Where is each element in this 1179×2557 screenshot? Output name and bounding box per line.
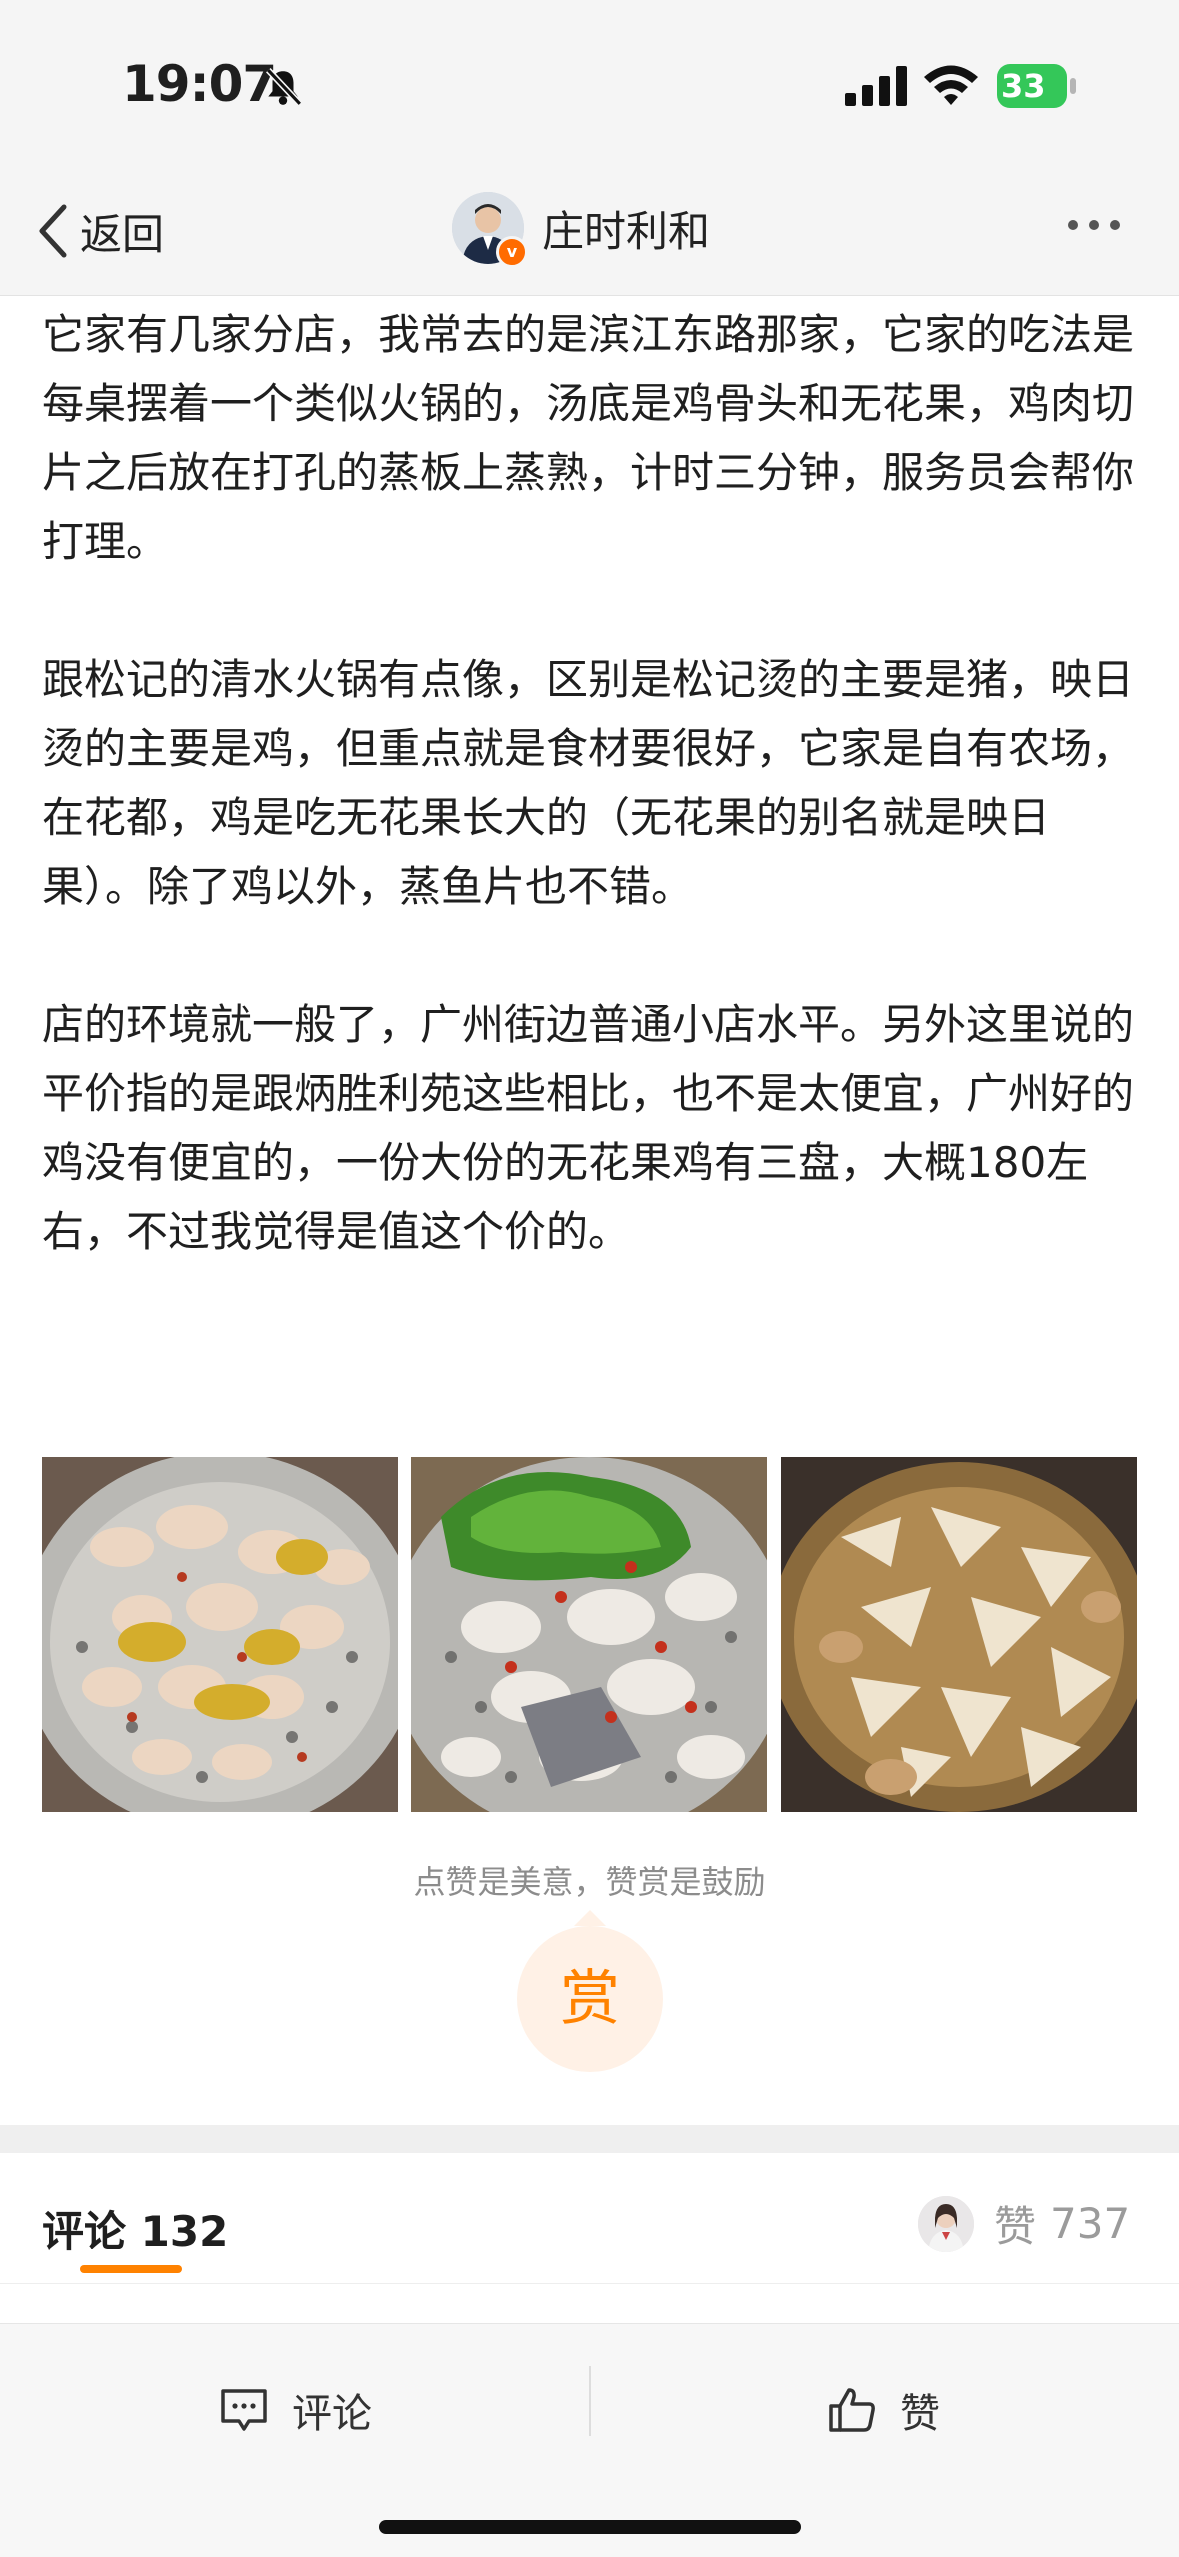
nav-bar: 返回 v 庄时利和	[0, 170, 1179, 296]
battery-tip	[1070, 78, 1076, 94]
photo-image	[42, 1457, 398, 1812]
back-label: 返回	[80, 209, 165, 259]
photo-image	[411, 1457, 767, 1812]
signal-icon	[845, 66, 907, 106]
photo-fish-slices[interactable]	[411, 1457, 767, 1812]
battery-level: 33	[1001, 67, 1046, 105]
more-dot	[1089, 220, 1099, 230]
photo-image	[781, 1457, 1137, 1812]
liker-avatar-image	[918, 2195, 974, 2252]
author-avatar[interactable]: v	[452, 192, 528, 268]
chevron-left-icon	[39, 204, 67, 258]
photo-soup-pot[interactable]	[781, 1457, 1137, 1812]
bell-muted-icon	[266, 68, 303, 106]
more-dot	[1068, 220, 1078, 230]
verified-badge-icon: v	[496, 236, 528, 268]
home-indicator[interactable]	[379, 2520, 801, 2534]
author-header[interactable]: v 庄时利和	[452, 192, 710, 268]
comment-button[interactable]: 评论	[218, 2362, 372, 2458]
comment-icon	[221, 2389, 267, 2431]
reward-tip-arrow	[574, 1910, 606, 1926]
comments-header: 评论 132 赞 737	[0, 2153, 1179, 2284]
status-time: 19:07	[122, 55, 277, 113]
author-name[interactable]: 庄时利和	[542, 198, 710, 259]
active-tab-indicator	[80, 2265, 182, 2273]
bottom-toolbar: 评论 赞	[0, 2323, 1179, 2557]
toolbar-divider	[589, 2366, 591, 2436]
section-divider	[0, 2125, 1179, 2153]
reward-button[interactable]: 赏	[517, 1926, 663, 2072]
liker-avatar	[918, 2195, 974, 2252]
back-button[interactable]: 返回	[34, 198, 164, 264]
photo-chicken-steamer[interactable]	[42, 1457, 398, 1812]
wifi-icon	[924, 65, 978, 105]
comment-label: 评论	[292, 2391, 372, 2437]
article-body: 它家有几家分店，我常去的是滨江东路那家，它家的吃法是每桌摆着一个类似火锅的，汤底…	[42, 300, 1142, 1335]
reward-tip: 点赞是美意，赞赏是鼓励	[413, 1863, 766, 1901]
like-button[interactable]: 赞	[826, 2362, 940, 2458]
photo-grid	[42, 1457, 1137, 1812]
battery-indicator: 33	[997, 64, 1077, 108]
like-label: 赞	[900, 2391, 940, 2437]
likes-count: 737	[1050, 2199, 1131, 2248]
tab-likes[interactable]: 赞 737	[918, 2193, 1130, 2254]
more-options-icon[interactable]	[1068, 220, 1120, 230]
battery-body: 33	[997, 64, 1067, 108]
article-paragraph: 店的环境就一般了，广州街边普通小店水平。另外这里说的平价指的是跟炳胜利苑这些相比…	[42, 1000, 1135, 1256]
article-paragraph: 跟松记的清水火锅有点像，区别是松记烫的主要是猪，映日烫的主要是鸡，但重点就是食材…	[42, 655, 1135, 911]
more-dot	[1110, 220, 1120, 230]
article-paragraph: 它家有几家分店，我常去的是滨江东路那家，它家的吃法是每桌摆着一个类似火锅的，汤底…	[42, 310, 1135, 566]
thumbs-up-icon	[829, 2388, 875, 2432]
tab-comments[interactable]: 评论 132	[42, 2198, 228, 2259]
likes-label: 赞	[994, 2202, 1037, 2251]
status-bar: 19:07 33	[0, 0, 1179, 170]
